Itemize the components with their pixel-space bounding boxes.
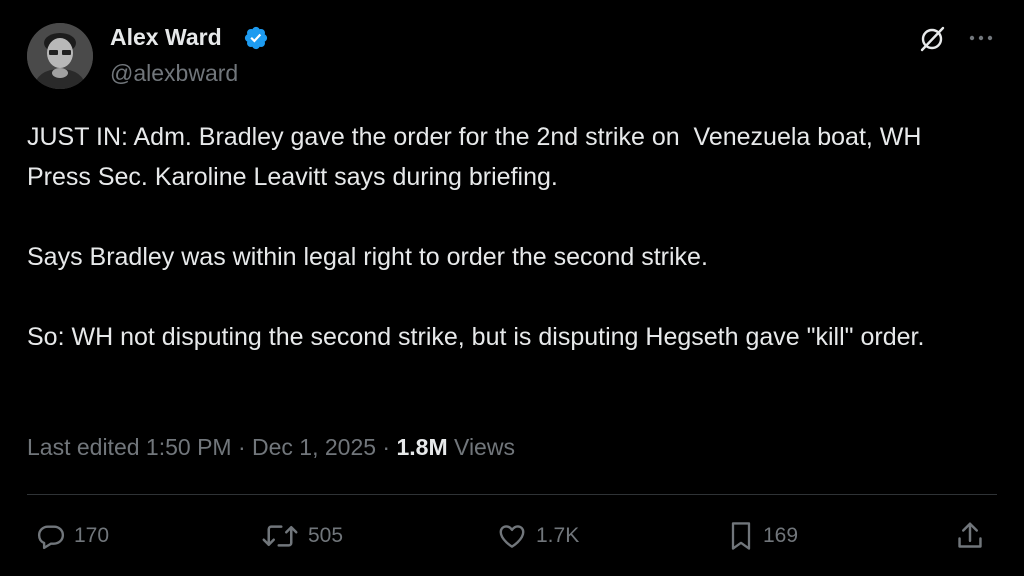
views-count: 1.8M (396, 434, 448, 460)
bookmark-count: 169 (763, 524, 799, 547)
tweet-paragraph: So: WH not disputing the second strike, … (27, 323, 925, 351)
reply-count: 170 (74, 524, 110, 547)
tweet-metadata: Last edited 1:50 PM · Dec 1, 2025 · 1.8M… (27, 430, 515, 464)
like-count: 1.7K (536, 524, 580, 547)
bookmark-icon (727, 520, 755, 552)
bookmark-button[interactable]: 169 (727, 516, 798, 556)
views-label: Views (447, 434, 515, 460)
repost-icon (260, 521, 300, 551)
reply-button[interactable]: 170 (36, 516, 109, 556)
verified-badge-icon (243, 25, 269, 51)
timestamp[interactable]: Last edited 1:50 PM · Dec 1, 2025 · (27, 434, 396, 460)
tweet-text: JUST IN: Adm. Bradley gave the order for… (27, 117, 987, 357)
heart-icon (496, 521, 528, 551)
share-icon (955, 520, 985, 552)
tweet-paragraph: JUST IN: Adm. Bradley gave the order for… (27, 123, 929, 191)
author-handle[interactable]: @alexbward (110, 58, 238, 88)
grok-icon[interactable] (917, 24, 947, 54)
tweet: Alex Ward @alexbward JUST IN: Adm. Bradl… (0, 0, 1024, 576)
reply-icon (36, 521, 66, 551)
repost-count: 505 (308, 524, 344, 547)
tweet-paragraph: Says Bradley was within legal right to o… (27, 243, 708, 271)
more-icon[interactable] (966, 28, 996, 48)
avatar[interactable] (27, 23, 93, 89)
repost-button[interactable]: 505 (260, 516, 343, 556)
divider (27, 494, 997, 495)
like-button[interactable]: 1.7K (496, 516, 579, 556)
share-button[interactable] (955, 516, 985, 556)
author-display-name[interactable]: Alex Ward (110, 22, 222, 52)
